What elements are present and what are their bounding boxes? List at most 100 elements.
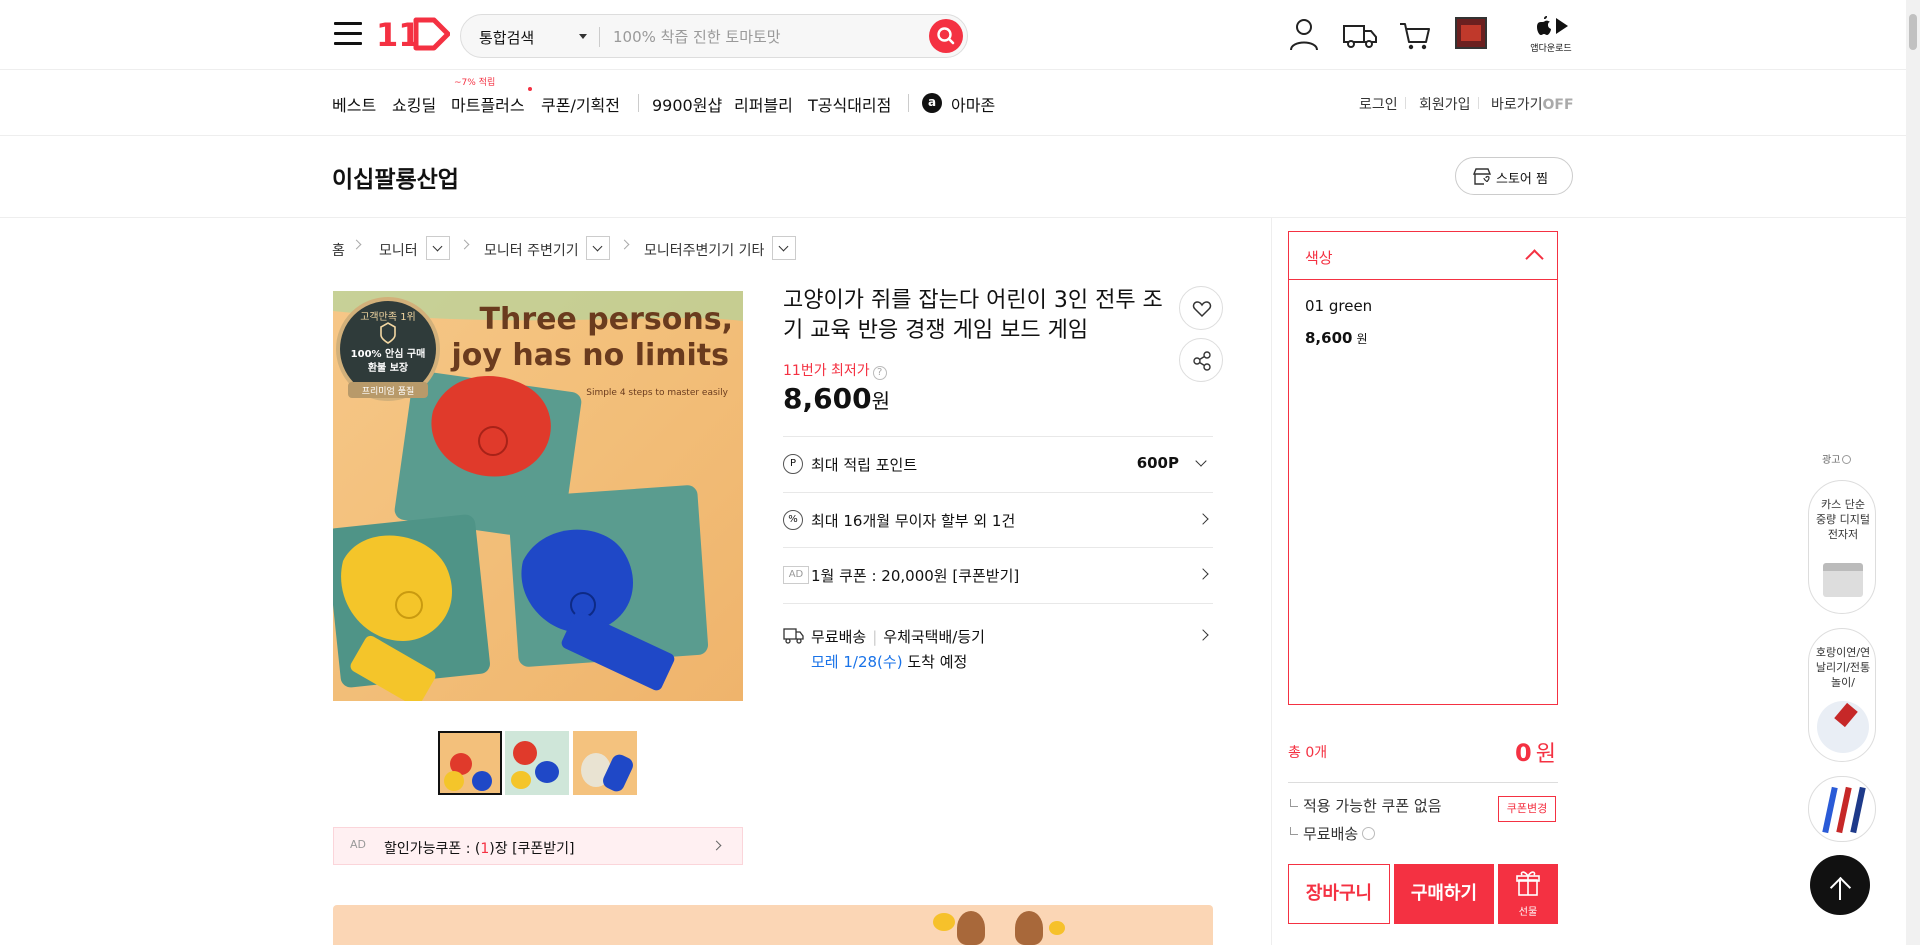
- bracket-icon: [1290, 827, 1298, 835]
- login-link[interactable]: 로그인: [1359, 94, 1398, 114]
- scrollbar[interactable]: [1906, 0, 1920, 945]
- product-thumbnail[interactable]: [505, 731, 569, 795]
- installment-row[interactable]: % 최대 16개월 무이자 할부 외 1건: [783, 492, 1213, 547]
- discount-coupon-count: 1: [480, 841, 490, 857]
- breadcrumb-level3[interactable]: 모니터주변기기 기타: [644, 240, 764, 260]
- user-icon[interactable]: [1287, 16, 1321, 52]
- chevron-down-icon: [1195, 455, 1207, 467]
- monthly-coupon-label: 1월 쿠폰 : 20,000원 [쿠폰받기]: [811, 567, 1020, 585]
- app-download-link[interactable]: 앱다운로드: [1527, 14, 1575, 54]
- total-price: 0원: [1515, 736, 1556, 768]
- points-row[interactable]: P 최대 적립 포인트 600P: [783, 436, 1213, 492]
- site-logo[interactable]: 11: [376, 16, 451, 54]
- help-icon[interactable]: ?: [872, 366, 887, 380]
- cart-icon[interactable]: [1398, 16, 1432, 52]
- shortcut-toggle[interactable]: 바로가기OFF: [1491, 94, 1574, 114]
- info-icon[interactable]: [1362, 827, 1376, 840]
- scroll-to-top-button[interactable]: [1810, 855, 1870, 915]
- installment-icon: %: [783, 510, 803, 530]
- nav-shocking-deal[interactable]: 쇼킹딜: [392, 92, 436, 116]
- recent-view-icon[interactable]: [1455, 17, 1487, 49]
- shipping-info: 무료배송 | 우체국택배/등기: [811, 628, 985, 646]
- breadcrumb-home[interactable]: 홈: [332, 240, 345, 260]
- side-ad-item[interactable]: [1808, 776, 1876, 842]
- side-ad-text: 카스 단순 중량 디지털 전자저: [1815, 498, 1871, 541]
- product-thumbnail[interactable]: [438, 731, 502, 795]
- discount-coupon-banner[interactable]: AD 할인가능쿠폰 : (1)장 [쿠폰받기]: [333, 827, 743, 865]
- lowest-price-text: 11번가 최저가: [783, 363, 870, 379]
- image-headline-1: Three persons,: [480, 302, 733, 337]
- breadcrumb-level2[interactable]: 모니터 주변기기: [484, 240, 579, 260]
- seal-text-1: 고객만족 1위: [360, 310, 416, 323]
- truck-icon[interactable]: [1342, 16, 1378, 52]
- nav-t-official[interactable]: T공식대리점: [808, 92, 891, 116]
- chevron-right-icon: [1197, 629, 1209, 641]
- bracket-icon: [1290, 799, 1298, 807]
- nav-coupon-event[interactable]: 쿠폰/기획전: [541, 92, 620, 116]
- monthly-coupon-row[interactable]: AD 1월 쿠폰 : 20,000원 [쿠폰받기]: [783, 547, 1213, 603]
- lowest-price-label: 11번가 최저가?: [783, 360, 887, 380]
- gift-button[interactable]: 선물: [1498, 864, 1558, 924]
- main-nav: 베스트 쇼킹딜 ~7% 적립 마트플러스 쿠폰/기획전 9900원샵 리퍼블리 …: [0, 70, 1906, 136]
- option-price-value: 8,600: [1305, 329, 1353, 347]
- color-option-header[interactable]: 색상: [1289, 232, 1557, 280]
- promo-banner[interactable]: [333, 905, 1213, 945]
- shortcut-label: 바로가기: [1491, 97, 1543, 113]
- side-ad-text: 호랑이연/연날리기/전통놀이/: [1815, 646, 1871, 689]
- heart-icon: [1192, 301, 1212, 318]
- coupon-change-button[interactable]: 쿠폰변경: [1498, 796, 1556, 822]
- breadcrumb-arrow-icon: [619, 239, 630, 250]
- image-subtext: Simple 4 steps to master easily: [586, 388, 728, 398]
- nav-9900-shop[interactable]: 9900원샵: [652, 92, 722, 116]
- ad-label: 광고: [1822, 451, 1852, 466]
- breadcrumb-level1-dropdown[interactable]: [426, 236, 450, 260]
- price-unit: 원: [871, 389, 890, 413]
- search-button[interactable]: [929, 19, 963, 53]
- chevron-right-icon: [1197, 513, 1209, 525]
- side-ad-item[interactable]: 카스 단순 중량 디지털 전자저: [1808, 480, 1876, 614]
- breadcrumb-level1[interactable]: 모니터: [379, 240, 418, 260]
- shipping-row[interactable]: 무료배송 | 우체국택배/등기 모레 1/28(수) 도착 예정: [783, 603, 1213, 675]
- nav-amazon[interactable]: 아마존: [951, 92, 995, 116]
- nav-mart-plus[interactable]: 마트플러스: [451, 92, 525, 116]
- side-ad-item[interactable]: 호랑이연/연날리기/전통놀이/: [1808, 628, 1876, 762]
- product-thumbnail[interactable]: [573, 731, 637, 795]
- add-to-cart-button[interactable]: 장바구니: [1288, 864, 1390, 924]
- store-follow-button[interactable]: 스토어 찜: [1455, 157, 1573, 195]
- breadcrumb-level3-dropdown[interactable]: [772, 236, 796, 260]
- nav-refurbly[interactable]: 리퍼블리: [734, 92, 793, 116]
- breadcrumb-level2-dropdown[interactable]: [586, 236, 610, 260]
- signup-link[interactable]: 회원가입: [1419, 94, 1471, 114]
- search-category-select[interactable]: 통합검색: [479, 27, 534, 48]
- share-button[interactable]: [1179, 338, 1223, 382]
- amazon-icon: a: [922, 93, 942, 113]
- apple-icon: [1537, 16, 1551, 35]
- discount-coupon-text: 할인가능쿠폰 : (1)장 [쿠폰받기]: [384, 838, 575, 858]
- store-name[interactable]: 이십팔룡산업: [332, 160, 459, 194]
- nav-best[interactable]: 베스트: [332, 92, 376, 116]
- option-item[interactable]: 01 green: [1305, 297, 1372, 315]
- util-divider: [1478, 97, 1479, 109]
- product-main-image[interactable]: 고객만족 1위 100% 안심 구매 환불 보장 프리미엄 품질 Three p…: [333, 291, 743, 701]
- wishlist-button[interactable]: [1179, 286, 1223, 330]
- ad-label-text: 광고: [1822, 455, 1841, 466]
- top-header: 11 통합검색 앱다운로드: [0, 0, 1906, 70]
- installment-label: 최대 16개월 무이자 할부 외 1건: [811, 512, 1016, 530]
- ad-tag: AD: [783, 566, 809, 584]
- points-label: 최대 적립 포인트: [811, 456, 918, 474]
- info-icon[interactable]: [1842, 455, 1852, 464]
- play-store-icon: [1556, 18, 1568, 34]
- divider: [1288, 782, 1558, 783]
- price-value: 8,600: [783, 382, 872, 415]
- search-input[interactable]: [613, 23, 903, 51]
- hamburger-icon[interactable]: [334, 22, 362, 46]
- image-headline-2: joy has no limits: [450, 338, 729, 373]
- discount-coupon-suffix: )장 [쿠폰받기]: [489, 841, 575, 857]
- ad-tag: AD: [350, 838, 366, 851]
- store-bar: 이십팔룡산업 스토어 찜: [0, 136, 1906, 218]
- scrollbar-thumb[interactable]: [1909, 14, 1917, 50]
- breadcrumb-arrow-icon: [351, 239, 362, 250]
- buy-now-button[interactable]: 구매하기: [1394, 864, 1494, 924]
- arrival-info: 모레 1/28(수) 도착 예정: [811, 651, 967, 672]
- delivery-icon: [783, 628, 804, 644]
